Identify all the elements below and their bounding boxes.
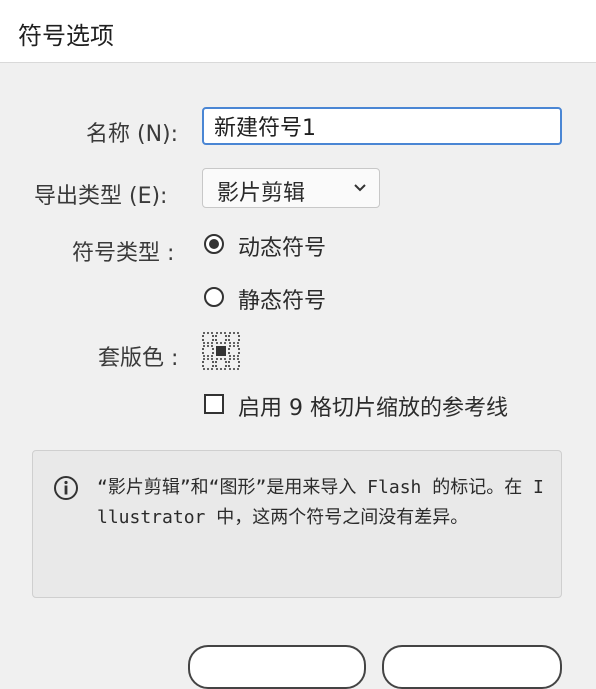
symbol-type-label: 符号类型 : xyxy=(72,241,175,266)
registration-label: 套版色 : xyxy=(98,346,179,371)
cancel-button[interactable] xyxy=(382,645,562,689)
info-panel: “影片剪辑”和“图形”是用来导入 Flash 的标记。在 Illustrator… xyxy=(32,450,562,598)
name-label: 名称 (N): xyxy=(86,122,179,147)
export-type-select[interactable]: 影片剪辑 xyxy=(202,168,380,208)
name-input[interactable] xyxy=(202,107,562,145)
radio-static-label: 静态符号 xyxy=(238,289,327,314)
radio-static-button[interactable] xyxy=(204,287,224,307)
radio-dynamic-button[interactable] xyxy=(204,234,224,254)
chevron-down-icon xyxy=(354,184,366,192)
nine-slice-label: 启用 9 格切片缩放的参考线 xyxy=(238,396,508,421)
export-type-value: 影片剪辑 xyxy=(217,181,306,206)
dialog-title: 符号选项 xyxy=(18,22,114,50)
ok-button[interactable] xyxy=(188,645,366,689)
nine-slice-option[interactable]: 启用 9 格切片缩放的参考线 xyxy=(204,390,564,421)
info-circle-icon xyxy=(54,476,78,500)
export-type-label: 导出类型 (E): xyxy=(34,184,168,209)
nine-slice-checkbox[interactable] xyxy=(204,394,224,414)
info-text: “影片剪辑”和“图形”是用来导入 Flash 的标记。在 Illustrator… xyxy=(97,477,544,528)
radio-dynamic-label: 动态符号 xyxy=(238,236,327,261)
dialog-titlebar: 符号选项 xyxy=(0,0,596,63)
radio-dynamic-symbol[interactable]: 动态符号 xyxy=(204,230,384,262)
registration-grid-icon[interactable] xyxy=(202,332,240,370)
radio-static-symbol[interactable]: 静态符号 xyxy=(204,283,384,315)
